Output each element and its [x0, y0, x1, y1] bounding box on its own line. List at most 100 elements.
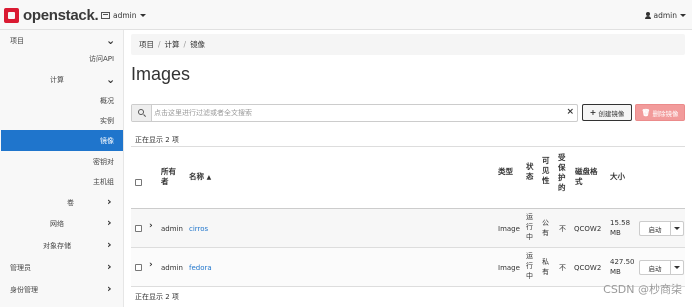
cell-status: 运行中	[526, 252, 533, 280]
sidebar-item-label: 对象存储	[43, 241, 71, 250]
sidebar-item-label: 密钥对	[93, 157, 114, 166]
header-size[interactable]: 大小	[610, 172, 625, 182]
cell-name-link[interactable]: fedora	[189, 263, 212, 273]
breadcrumb-separator: /	[158, 40, 161, 49]
breadcrumb: 项目 / 计算 / 镜像	[131, 34, 685, 55]
table-bottom-border	[131, 286, 685, 287]
cell-protected: 不	[559, 264, 566, 272]
header-status[interactable]: 状态	[526, 162, 535, 182]
header-visibility[interactable]: 可见性	[542, 156, 551, 186]
sidebar-item-label: 概况	[100, 96, 114, 105]
launch-button-group: 启动	[639, 221, 684, 236]
project-label: admin	[113, 11, 137, 20]
chevron-down-icon: ⌄	[106, 34, 116, 47]
search-bar: ×	[131, 104, 578, 122]
user-menu[interactable]: admin	[644, 11, 686, 20]
cell-visibility: 公有	[542, 219, 549, 237]
clear-icon[interactable]: ×	[566, 107, 574, 117]
sidebar-item-admin[interactable]: 管理员 ›	[0, 257, 123, 278]
cell-name-link[interactable]: cirros	[189, 224, 208, 234]
sidebar-item-label: 镜像	[100, 136, 114, 145]
breadcrumb-item[interactable]: 项目	[139, 39, 154, 50]
sidebar-item-label: 访问API	[89, 54, 115, 63]
chevron-right-icon: ›	[107, 195, 112, 208]
logo-text: openstack.	[23, 7, 99, 24]
openstack-logo[interactable]: openstack.	[4, 7, 99, 24]
cell-owner: admin	[161, 225, 183, 233]
user-icon	[644, 12, 651, 19]
launch-button-group: 启动	[639, 260, 684, 275]
row-checkbox[interactable]	[135, 225, 142, 232]
breadcrumb-item[interactable]: 计算	[165, 39, 180, 50]
sidebar-item-overview[interactable]: 概况	[0, 90, 123, 111]
sidebar-item-keypairs[interactable]: 密钥对	[0, 151, 123, 172]
sidebar-item-label: 身份管理	[10, 285, 38, 294]
caret-down-icon	[674, 227, 680, 230]
user-label: admin	[653, 11, 678, 20]
table-row	[131, 248, 685, 286]
cell-protected: 不	[559, 225, 566, 233]
cell-owner: admin	[161, 264, 183, 272]
breadcrumb-item: 镜像	[190, 40, 206, 49]
search-icon	[138, 109, 144, 115]
sidebar-item-volumes[interactable]: 卷 ›	[0, 192, 123, 213]
select-all-checkbox[interactable]	[135, 179, 142, 186]
table-row	[131, 209, 685, 247]
expand-row-icon[interactable]: ›	[149, 221, 153, 231]
table-top-border	[131, 146, 685, 147]
chevron-right-icon: ›	[107, 282, 112, 295]
delete-images-button[interactable]: 🗑 删除镜像	[635, 104, 685, 121]
sidebar-item-images[interactable]: 镜像	[1, 130, 123, 151]
caret-down-icon	[139, 14, 146, 17]
search-icon-addon	[132, 105, 152, 121]
plus-icon: +	[589, 108, 597, 117]
sidebar: 项目 ⌄ 访问API 计算 ⌄ 概况 实例 镜像 密钥对 主机组 卷 › 网络 …	[0, 30, 124, 307]
breadcrumb-separator: /	[183, 40, 187, 49]
sidebar-item-network[interactable]: 网络 ›	[0, 213, 123, 234]
create-image-label: 创建镜像	[598, 109, 625, 118]
chevron-right-icon: ›	[107, 260, 112, 273]
sidebar-item-identity[interactable]: 身份管理 ›	[0, 279, 123, 300]
chevron-down-icon: ⌄	[106, 73, 116, 86]
sidebar-item-compute[interactable]: 计算 ⌄	[0, 69, 123, 90]
project-switcher[interactable]: admin	[101, 11, 146, 20]
chevron-right-icon: ›	[107, 216, 112, 229]
search-input[interactable]	[154, 106, 554, 120]
actions-dropdown-toggle[interactable]	[671, 222, 683, 235]
cell-visibility: 私有	[542, 258, 549, 276]
launch-button[interactable]: 启动	[640, 261, 671, 274]
delete-images-label: 删除镜像	[652, 109, 679, 118]
sidebar-item-instances[interactable]: 实例	[0, 110, 123, 131]
sidebar-item-server-groups[interactable]: 主机组	[0, 171, 123, 192]
sidebar-item-object-store[interactable]: 对象存储 ›	[0, 235, 123, 256]
watermark: CSDN @杪商柒	[603, 283, 682, 296]
chevron-right-icon: ›	[107, 238, 112, 251]
row-checkbox[interactable]	[135, 264, 142, 271]
caret-down-icon	[680, 14, 686, 17]
project-icon	[101, 12, 110, 19]
sidebar-item-label: 计算	[50, 75, 64, 84]
sidebar-item-label: 网络	[50, 219, 64, 228]
header-type[interactable]: 类型	[498, 167, 514, 177]
sidebar-item-access-api[interactable]: 访问API	[0, 48, 123, 69]
header-protected[interactable]: 受保护的	[558, 153, 567, 193]
sidebar-item-label: 主机组	[93, 177, 114, 186]
cell-disk-format: QCOW2	[574, 264, 602, 272]
sidebar-item-label: 实例	[100, 116, 114, 125]
expand-row-icon[interactable]: ›	[149, 260, 153, 270]
launch-button[interactable]: 启动	[640, 222, 671, 235]
create-image-button[interactable]: + 创建镜像	[582, 104, 632, 121]
sidebar-item-label: 项目	[10, 36, 24, 45]
page-title: Images	[131, 64, 191, 84]
cell-type: Image	[498, 264, 520, 272]
trash-icon: 🗑	[641, 108, 651, 117]
sidebar-item-label: 管理员	[10, 263, 31, 272]
sidebar-item-label: 卷	[67, 198, 74, 207]
actions-dropdown-toggle[interactable]	[671, 261, 683, 274]
header-owner[interactable]: 所有者	[161, 167, 179, 187]
sort-asc-icon: ▲	[206, 174, 212, 181]
header-name[interactable]: 名称 ▲	[189, 172, 211, 183]
item-count-footer: 正在显示 2 项	[135, 293, 179, 301]
header-disk-format[interactable]: 磁盘格式	[575, 167, 601, 187]
cell-size: 427.50 MB	[610, 258, 635, 276]
